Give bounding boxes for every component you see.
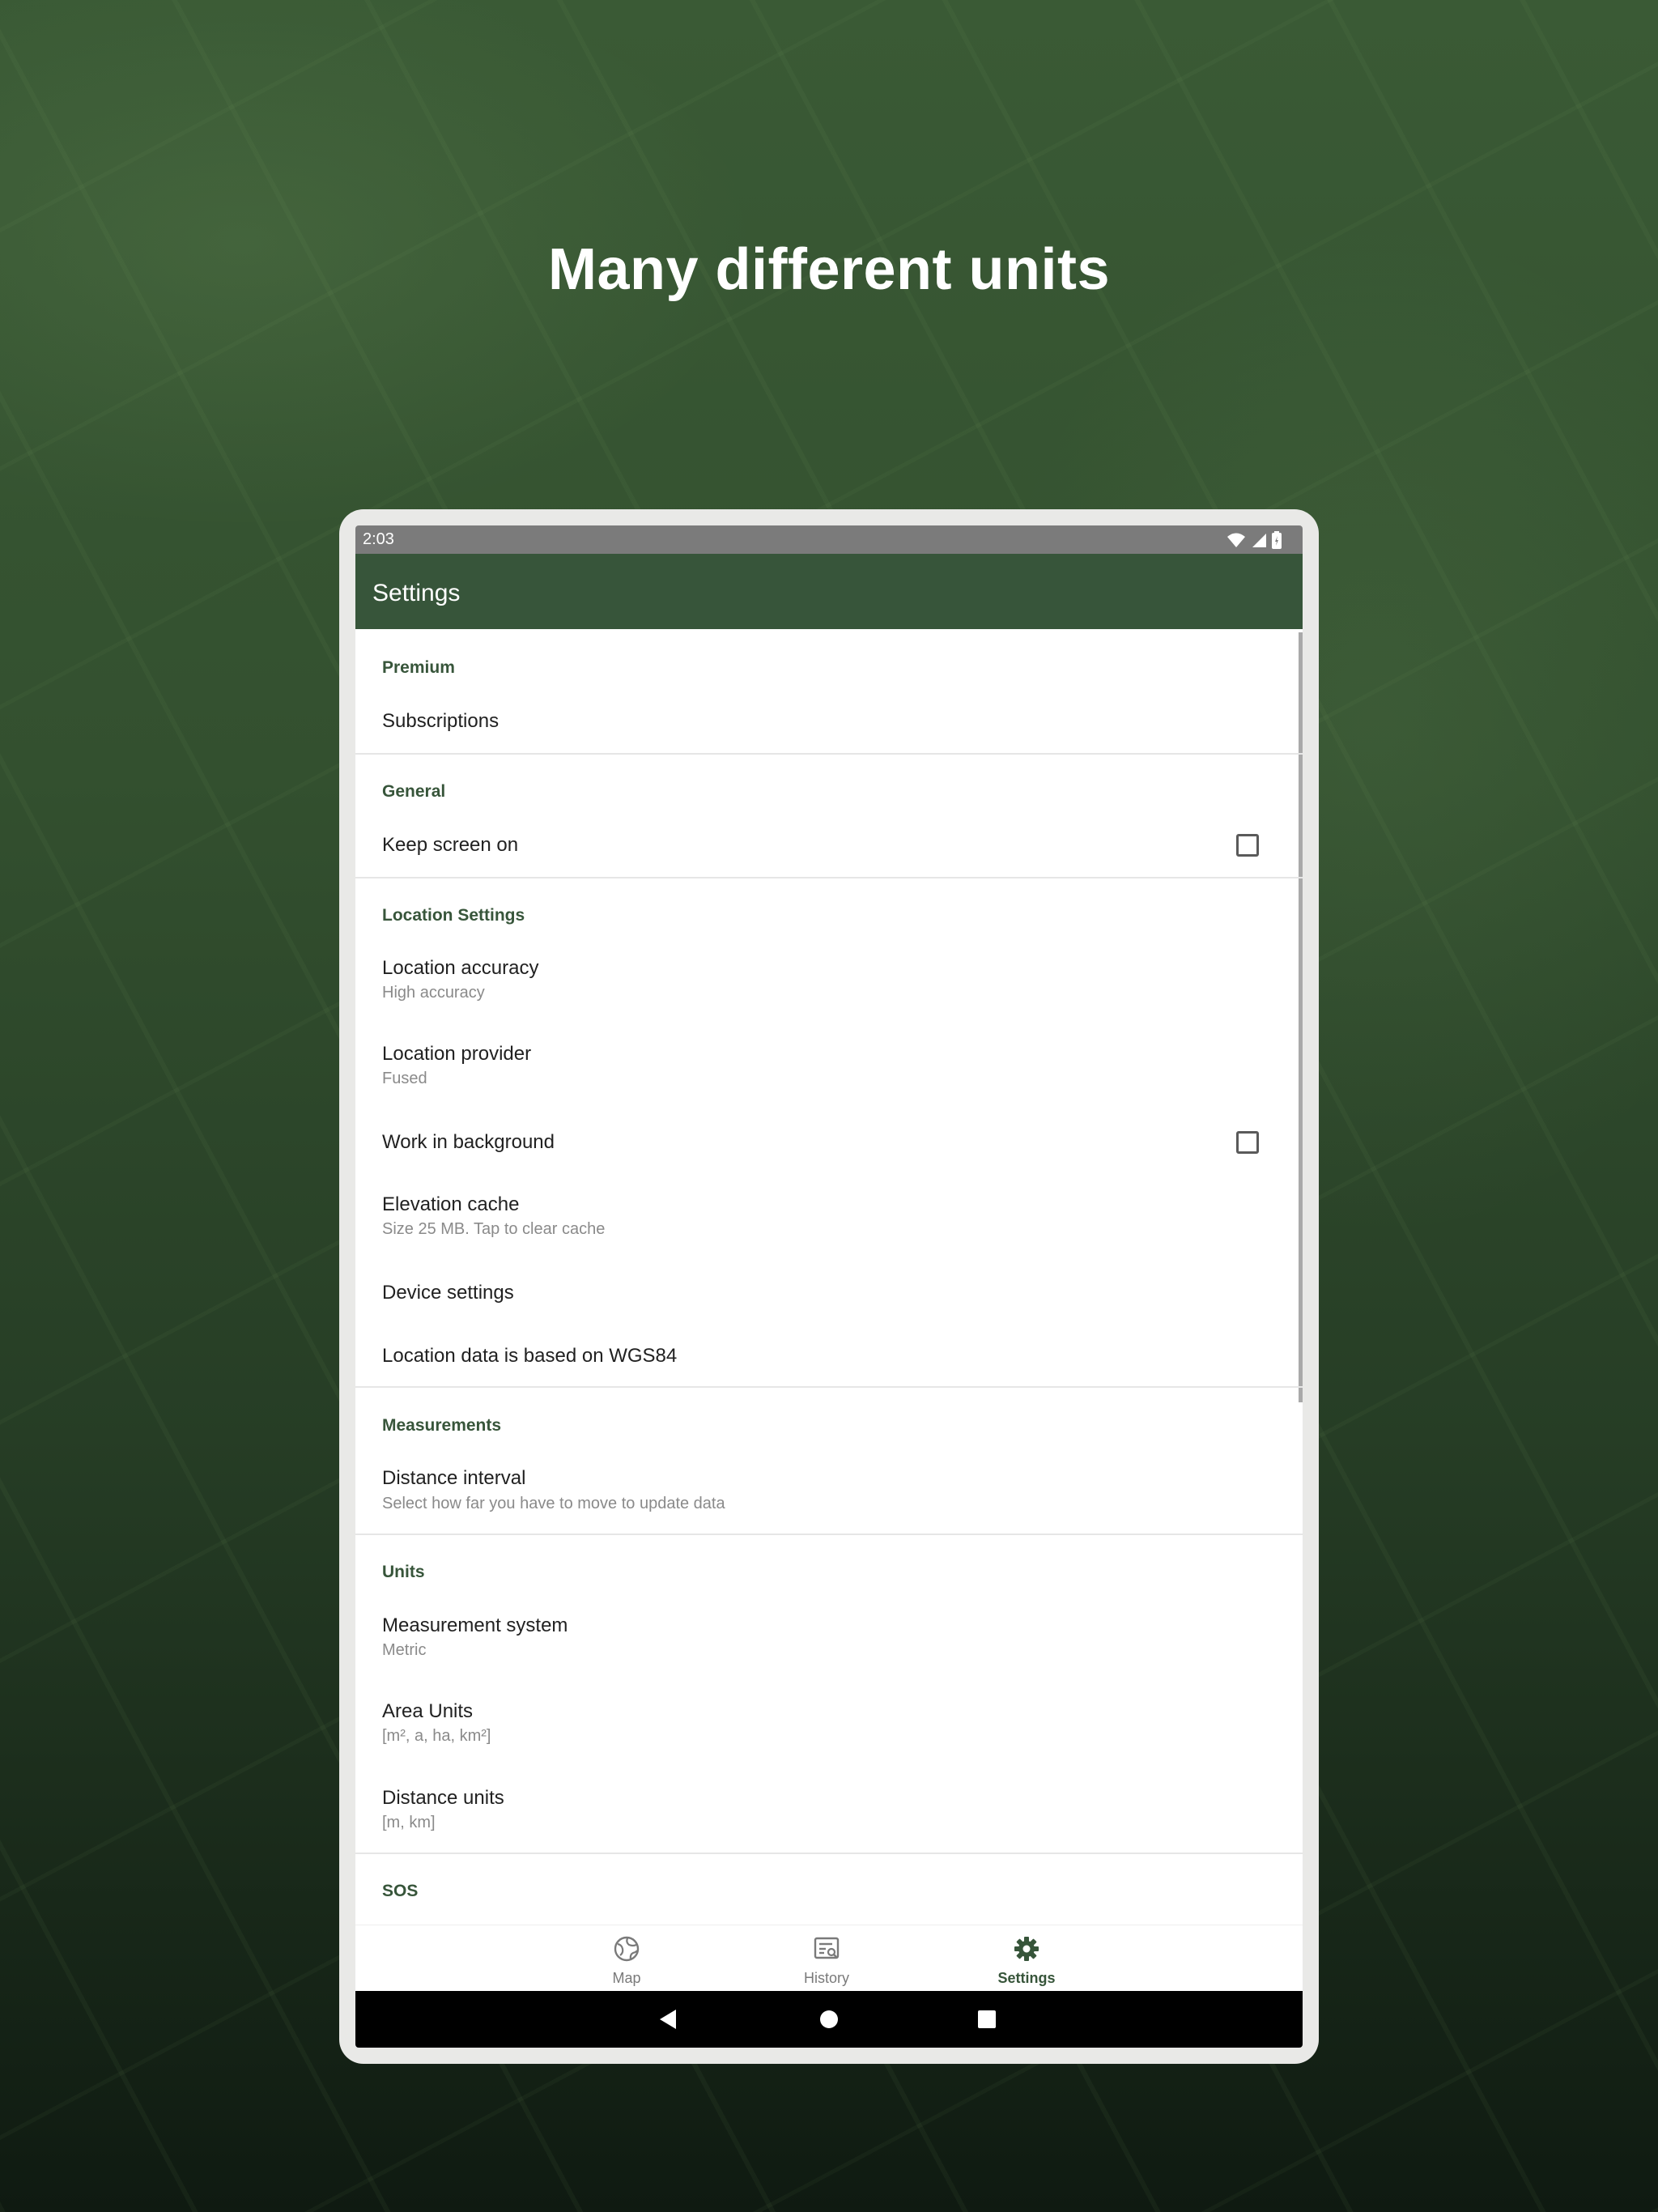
divider [355,877,1303,878]
distance-interval-item[interactable]: Distance interval [382,1467,525,1490]
area-units-value: [m², a, ha, km²] [382,1727,491,1745]
scrollbar[interactable] [1299,632,1303,1402]
gear-icon [1014,1937,1039,1961]
section-sos: SOS [382,1882,419,1900]
subscriptions-item[interactable]: Subscriptions [382,710,499,733]
page-title: Settings [372,580,461,606]
recents-icon[interactable] [977,2010,997,2029]
headline: Many different units [547,237,1111,302]
measurement-system-value: Metric [382,1641,427,1659]
section-location: Location Settings [382,906,525,925]
section-measurements: Measurements [382,1416,502,1435]
location-provider-value: Fused [382,1070,427,1087]
distance-interval-value: Select how far you have to move to updat… [382,1495,725,1512]
location-accuracy-item[interactable]: Location accuracy [382,957,538,980]
area-units-item[interactable]: Area Units [382,1700,473,1723]
nav-settings[interactable]: Settings [962,1925,1091,1993]
work-in-background-item[interactable]: Work in background [382,1131,555,1154]
section-general: General [382,782,446,801]
app-bar: Settings [355,554,1303,629]
location-accuracy-value: High accuracy [382,984,485,1002]
tablet-frame: 2:03 Settings Premium Subscriptions Gene… [339,509,1319,2064]
nav-history[interactable]: History [762,1925,891,1993]
battery-icon [1272,531,1282,549]
bottom-navigation: Map History Settings [355,1925,1303,1993]
keep-screen-on-checkbox[interactable] [1236,834,1259,857]
elevation-cache-value: Size 25 MB. Tap to clear cache [382,1220,606,1238]
divider [355,753,1303,755]
distance-units-value: [m, km] [382,1814,436,1831]
divider [355,1534,1303,1535]
divider [355,1853,1303,1854]
signal-icon [1252,534,1266,547]
distance-units-item[interactable]: Distance units [382,1787,504,1810]
system-navigation-bar [355,1991,1303,2048]
wifi-icon [1227,533,1245,547]
work-in-background-checkbox[interactable] [1236,1131,1259,1154]
status-time: 2:03 [363,530,394,548]
home-icon[interactable] [819,2010,839,2029]
location-provider-item[interactable]: Location provider [382,1043,531,1066]
status-bar: 2:03 [355,525,1303,554]
history-list-icon [814,1937,840,1959]
divider [355,1386,1303,1388]
wgs84-item[interactable]: Location data is based on WGS84 [382,1345,677,1368]
back-icon[interactable] [658,2008,678,2031]
elevation-cache-item[interactable]: Elevation cache [382,1193,519,1216]
settings-list[interactable]: Premium Subscriptions General Keep scree… [355,629,1303,2028]
keep-screen-on-item[interactable]: Keep screen on [382,834,518,857]
globe-icon [614,1936,640,1962]
measurement-system-item[interactable]: Measurement system [382,1614,568,1637]
nav-history-label: History [803,1970,849,1986]
section-premium: Premium [382,658,455,677]
section-units: Units [382,1563,425,1581]
nav-settings-label: Settings [997,1970,1056,1986]
app-screen: 2:03 Settings Premium Subscriptions Gene… [355,525,1303,2048]
device-settings-item[interactable]: Device settings [382,1282,514,1304]
nav-map-label: Map [612,1970,641,1986]
nav-map[interactable]: Map [562,1925,691,1993]
